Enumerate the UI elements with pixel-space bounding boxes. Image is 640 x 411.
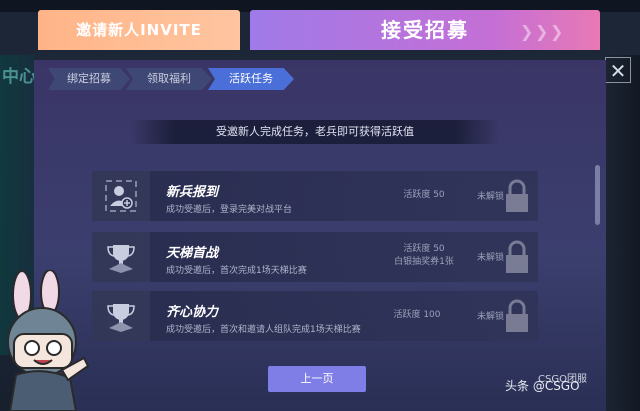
task-points: 活跃度 100	[377, 309, 457, 322]
task-description: 成功受邀后，首次和邀请人组队完成1场天梯比赛	[166, 325, 361, 335]
task-points-value: 活跃度 50	[403, 190, 445, 200]
lock-icon	[506, 179, 528, 212]
close-button[interactable]: ✕	[605, 57, 631, 83]
close-icon: ✕	[609, 59, 627, 83]
chevron-icon: ❯	[520, 22, 534, 41]
task-points-value: 活跃度 100	[393, 310, 441, 320]
task-status: 未解锁	[477, 192, 505, 202]
task-row: 新兵报到 成功受邀后，登录完美对战平台 活跃度 50 未解锁	[92, 171, 538, 221]
chevron-icon: ❯	[535, 22, 549, 41]
task-extra-reward: 白银抽奖券1张	[394, 257, 454, 267]
background-right-panel	[606, 55, 640, 411]
user-add-icon	[92, 171, 150, 221]
task-description: 成功受邀后，登录完美对战平台	[166, 205, 293, 215]
tab-invite-label: 邀请新人INVITE	[76, 21, 202, 39]
watermark-text: 头条 @CSGO	[505, 379, 580, 393]
lock-icon	[506, 240, 528, 273]
task-status: 未解锁	[477, 253, 505, 263]
task-row: 齐心协力 成功受邀后，首次和邀请人组队完成1场天梯比赛 活跃度 100 未解锁	[92, 291, 538, 341]
task-status: 未解锁	[477, 312, 505, 322]
trophy-icon	[92, 291, 150, 341]
trophy-icon	[92, 232, 150, 282]
info-banner: 受邀新人完成任务，老兵即可获得活跃值	[130, 120, 500, 144]
task-points-value: 活跃度 50	[403, 244, 445, 254]
mascot-sticker	[7, 270, 90, 411]
task-title: 天梯首战	[166, 246, 219, 261]
step-bind-recruit[interactable]: 绑定招募	[48, 68, 130, 90]
task-title: 新兵报到	[166, 185, 219, 200]
task-description: 成功受邀后，首次完成1场天梯比赛	[166, 266, 307, 276]
step-active-tasks[interactable]: 活跃任务	[208, 68, 294, 90]
task-row: 天梯首战 成功受邀后，首次完成1场天梯比赛 活跃度 50 白银抽奖券1张 未解锁	[92, 232, 538, 282]
chevron-icon: ❯	[550, 22, 564, 41]
step-claim-rewards[interactable]: 领取福利	[126, 68, 212, 90]
prev-page-button[interactable]: 上一页	[268, 366, 366, 392]
task-points: 活跃度 50	[384, 189, 464, 202]
background-left-text: 中心	[2, 67, 36, 87]
lock-icon	[506, 299, 528, 332]
task-title: 齐心协力	[166, 305, 219, 320]
scrollbar[interactable]	[595, 165, 600, 225]
task-points: 活跃度 50 白银抽奖券1张	[384, 243, 464, 269]
